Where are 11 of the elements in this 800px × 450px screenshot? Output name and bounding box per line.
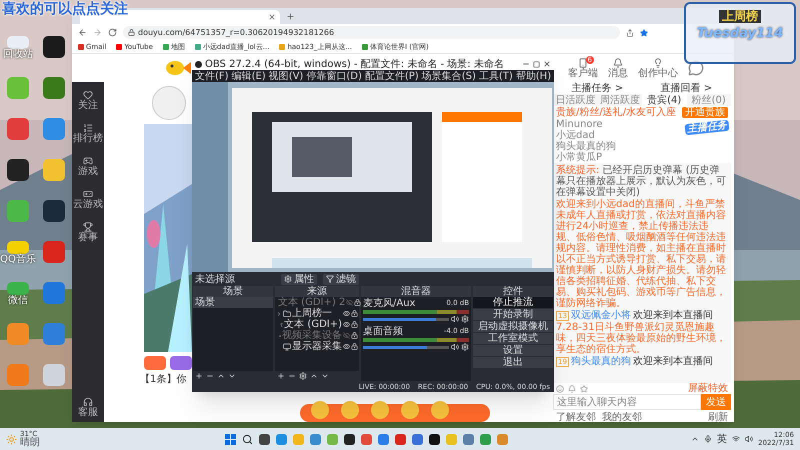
input-method[interactable]: 英 [717,434,728,444]
start-icon[interactable] [225,434,236,444]
taskbar-app-icon[interactable] [429,434,440,444]
network-icon[interactable] [732,435,740,443]
taskbar-app-icon[interactable] [259,434,270,444]
tray-expand-icon[interactable] [691,435,700,443]
microphone-icon[interactable] [704,435,712,443]
weather-text: 晴朗 [20,438,40,448]
taskbar-app-icon[interactable] [344,434,355,444]
search-icon[interactable] [242,434,253,444]
volume-icon[interactable] [745,435,754,443]
